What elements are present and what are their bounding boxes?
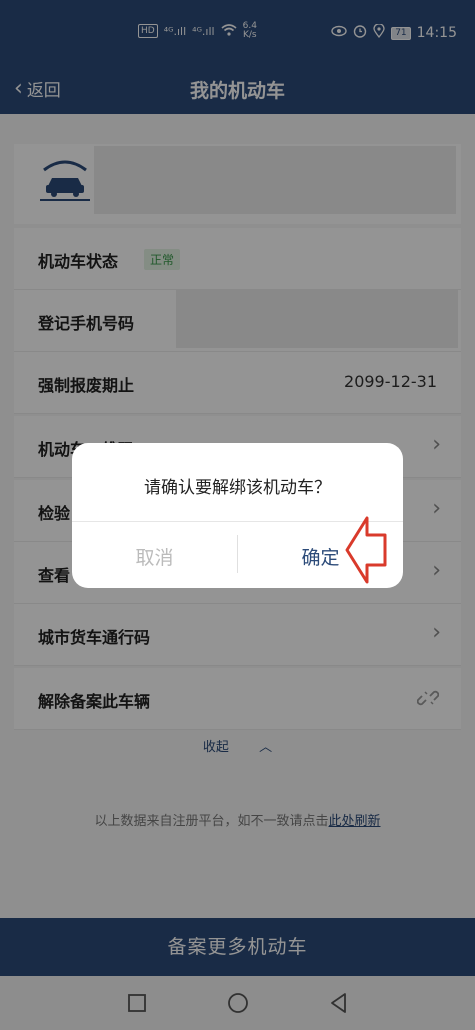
status-right: 71 14:15 [331, 23, 457, 42]
dialog-message: 请确认要解绑该机动车？ [144, 478, 331, 498]
chevron-right-icon: › [432, 620, 441, 645]
inspection-label: 检验 [38, 504, 71, 523]
cancel-button[interactable]: 取消 [72, 543, 237, 570]
license-plate-redacted [94, 146, 456, 214]
data-source-note: 以上数据来自注册平台，如不一致请点击此处刷新 [0, 810, 475, 829]
row-phone: 登记手机号码 [14, 290, 461, 352]
battery-icon: 71 [391, 26, 411, 40]
vehicle-card[interactable] [14, 144, 461, 224]
refresh-link[interactable]: 此处刷新 [329, 814, 381, 829]
phone-redacted [176, 290, 458, 348]
page-title: 我的机动车 [189, 80, 285, 102]
row-vehicle-status: 机动车状态 正常 [14, 228, 461, 290]
eye-icon [331, 25, 347, 41]
phone-label: 登记手机号码 [38, 314, 135, 333]
row-city-truck-pass[interactable]: 城市货车通行码 › [14, 604, 461, 666]
scrap-date-value: 2099-12-31 [344, 372, 437, 391]
row-scrap-date: 强制报废期止 2099-12-31 [14, 352, 461, 414]
clock-time: 14:15 [416, 25, 457, 41]
hd-badge: HD [138, 24, 158, 38]
collapse-toggle[interactable]: 收起 ︿ [0, 736, 475, 755]
status-left: HD ⁴ᴳ.ıll ⁴ᴳ.ıll 6.4 K/s [138, 22, 257, 40]
chevron-right-icon: › [432, 496, 441, 521]
chevron-right-icon: › [432, 558, 441, 583]
alarm-icon [353, 24, 367, 42]
unbind-label: 解除备案此车辆 [38, 692, 151, 711]
status-bar: HD ⁴ᴳ.ıll ⁴ᴳ.ıll 6.4 K/s 71 14:15 [0, 0, 475, 66]
source-note-text: 以上数据来自注册平台，如不一致请点击 [94, 814, 329, 829]
back-nav-icon[interactable] [326, 990, 352, 1016]
register-more-vehicles-button[interactable]: 备案更多机动车 [0, 918, 475, 976]
recent-apps-icon[interactable] [124, 990, 150, 1016]
car-icon [36, 156, 94, 202]
network-speed: 6.4 K/s [243, 22, 257, 40]
location-icon [373, 23, 385, 42]
hint-arrow-icon [345, 515, 387, 585]
app-header: ‹ 返回 我的机动车 [0, 66, 475, 114]
signal-icon-1: ⁴ᴳ.ıll [163, 24, 187, 38]
collapse-label: 收起 [202, 740, 229, 755]
vehicle-status-label: 机动车状态 [38, 252, 119, 271]
home-icon[interactable] [225, 990, 251, 1016]
wifi-icon [221, 23, 237, 39]
chevron-up-icon: ︿ [259, 740, 273, 755]
scrap-date-label: 强制报废期止 [38, 376, 135, 395]
row-unbind-vehicle[interactable]: 解除备案此车辆 [14, 668, 461, 730]
status-badge: 正常 [144, 249, 181, 270]
unlink-icon [416, 688, 440, 708]
chevron-right-icon: › [432, 432, 441, 457]
view-label: 查看 [38, 566, 71, 585]
signal-icon-2: ⁴ᴳ.ıll [192, 24, 215, 38]
system-nav-bar [0, 976, 475, 1030]
speed-unit: K/s [242, 30, 257, 40]
city-truck-label: 城市货车通行码 [38, 628, 151, 647]
